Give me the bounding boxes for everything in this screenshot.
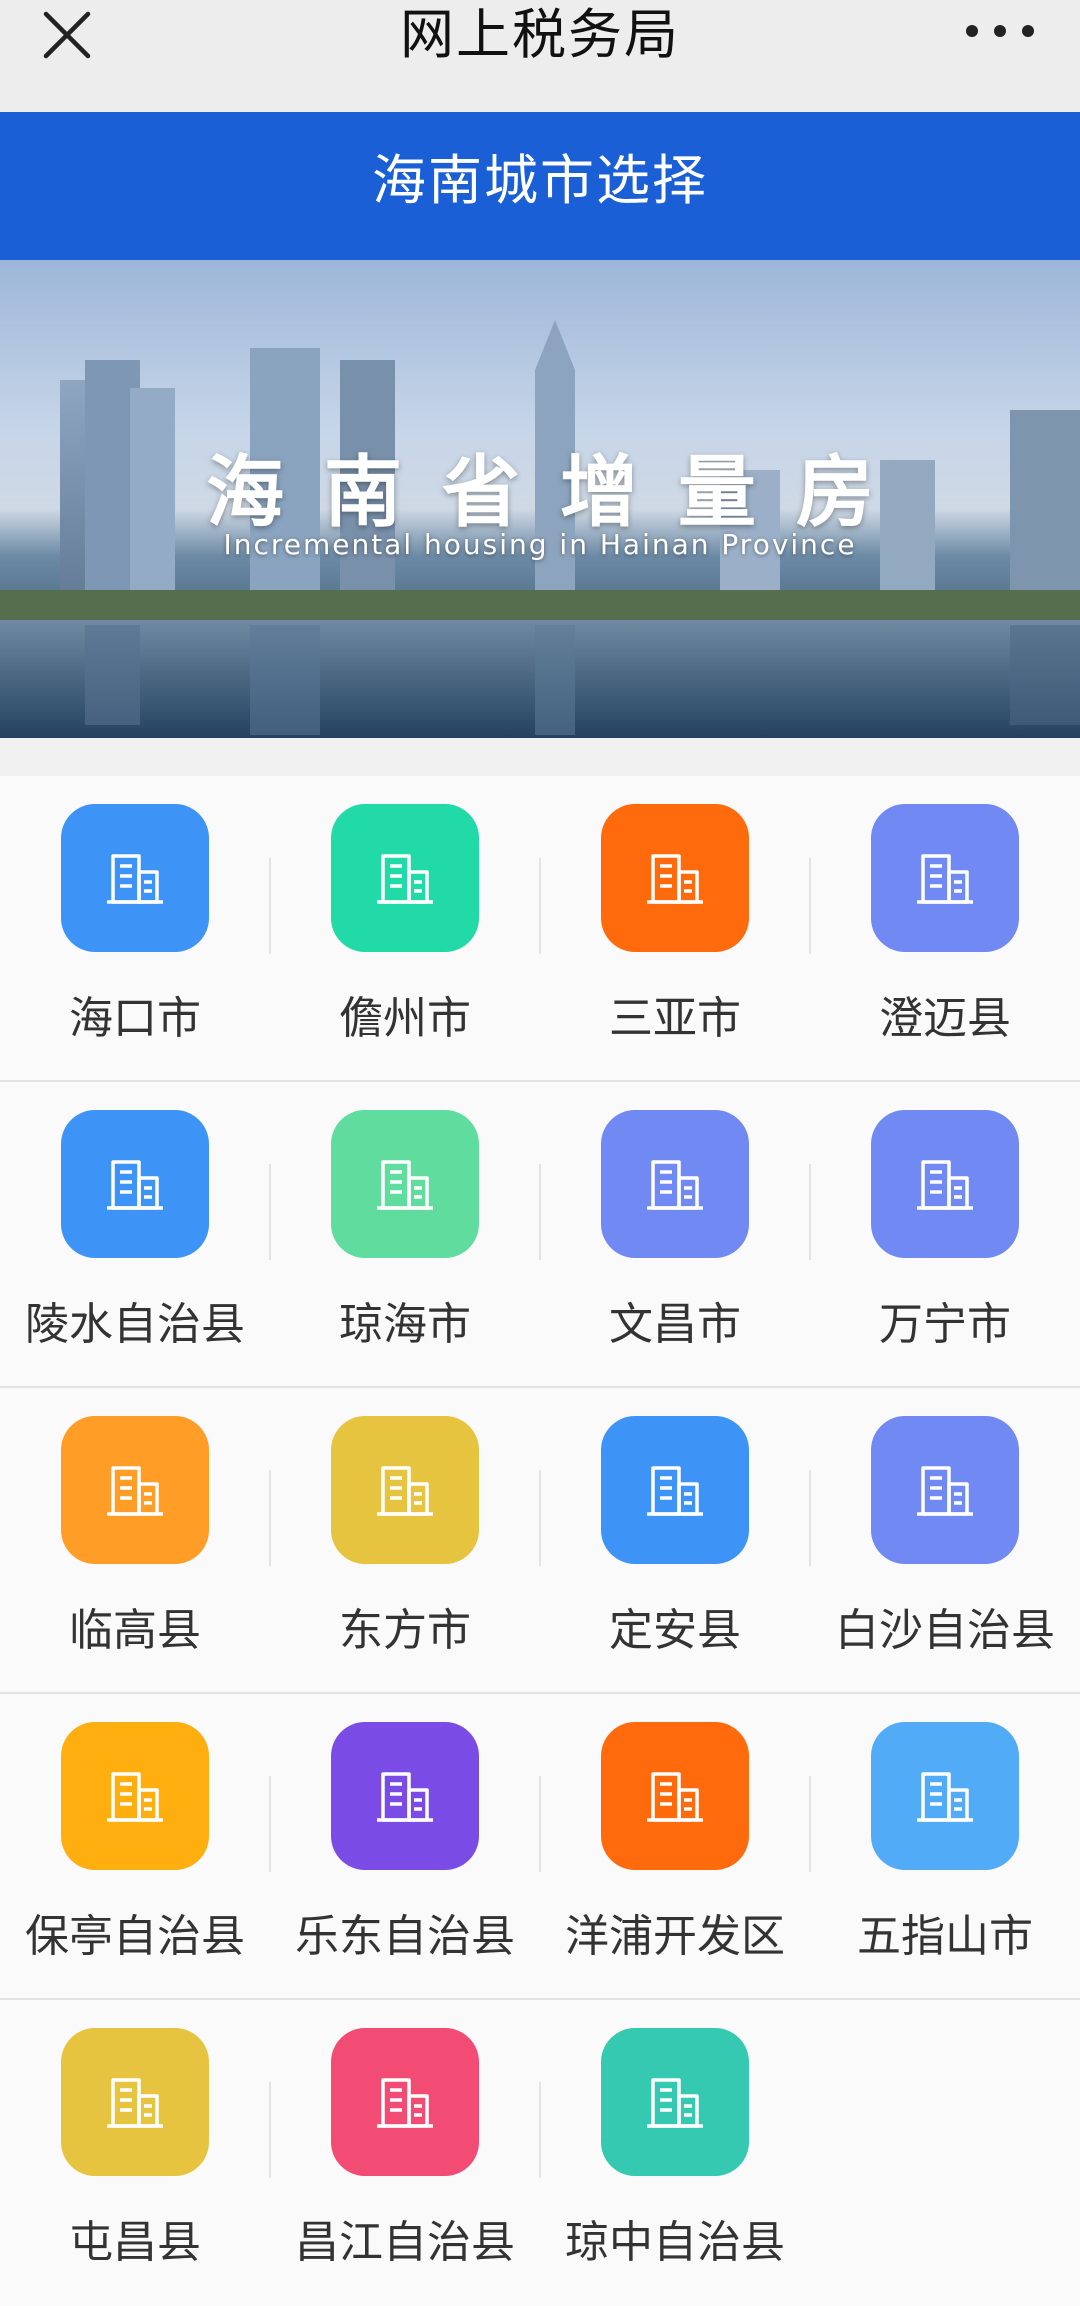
- city-label: 洋浦开发区: [565, 1911, 785, 1962]
- page-title: 网上税务局: [400, 3, 680, 66]
- city-label: 琼中自治县: [565, 2217, 785, 2268]
- city-row: 屯昌县 昌江自治县 琼中自治县: [0, 2000, 1080, 2306]
- city-row: 保亭自治县 乐东自治县 洋浦开发区 五指山市: [0, 1694, 1080, 2000]
- city-row: 临高县 东方市 定安县 白沙自治县: [0, 1388, 1080, 1694]
- city-label: 陵水自治县: [25, 1299, 245, 1350]
- city-label: 文昌市: [609, 1299, 741, 1350]
- building-icon: [331, 2028, 479, 2176]
- city-item[interactable]: 屯昌县: [0, 2000, 270, 2304]
- city-label: 乐东自治县: [295, 1911, 515, 1962]
- building-icon: [601, 1110, 749, 1258]
- city-item[interactable]: 儋州市: [270, 776, 540, 1080]
- building-icon: [871, 1722, 1019, 1870]
- city-label: 琼海市: [339, 1299, 471, 1350]
- city-label: 澄迈县: [879, 993, 1011, 1044]
- city-label: 万宁市: [879, 1299, 1011, 1350]
- city-item[interactable]: 澄迈县: [810, 776, 1080, 1080]
- city-item[interactable]: 琼海市: [270, 1082, 540, 1386]
- city-item[interactable]: 临高县: [0, 1388, 270, 1692]
- city-item[interactable]: 洋浦开发区: [540, 1694, 810, 1998]
- city-label: 儋州市: [339, 993, 471, 1044]
- building-icon: [871, 1416, 1019, 1564]
- city-item[interactable]: 海口市: [0, 776, 270, 1080]
- city-label: 白沙自治县: [835, 1605, 1055, 1656]
- city-item[interactable]: 陵水自治县: [0, 1082, 270, 1386]
- building-icon: [331, 1416, 479, 1564]
- city-item[interactable]: 白沙自治县: [810, 1388, 1080, 1692]
- building-icon: [61, 804, 209, 952]
- city-row: 陵水自治县 琼海市 文昌市 万宁市: [0, 1082, 1080, 1388]
- city-item[interactable]: 万宁市: [810, 1082, 1080, 1386]
- more-icon[interactable]: [960, 16, 1040, 46]
- wechat-topbar: 网上税务局: [0, 0, 1080, 112]
- building-icon: [61, 1722, 209, 1870]
- city-label: 五指山市: [857, 1911, 1033, 1962]
- banner-subtitle: Incremental housing in Hainan Province: [223, 528, 857, 561]
- city-item[interactable]: 定安县: [540, 1388, 810, 1692]
- banner-image: 海南省增量房 Incremental housing in Hainan Pro…: [0, 260, 1080, 738]
- building-icon: [331, 1110, 479, 1258]
- building-icon: [601, 1722, 749, 1870]
- city-item[interactable]: 琼中自治县: [540, 2000, 810, 2304]
- header-title: 海南城市选择: [372, 149, 708, 212]
- building-icon: [331, 1722, 479, 1870]
- building-icon: [871, 804, 1019, 952]
- city-grid: 海口市 儋州市 三亚市 澄迈县陵水自治县 琼海市 文昌市 万宁市临高县 东方市 定安县 白沙自治县…: [0, 776, 1080, 2306]
- building-icon: [61, 1416, 209, 1564]
- building-icon: [331, 804, 479, 952]
- section-header: 海南城市选择: [0, 112, 1080, 260]
- city-label: 屯昌县: [69, 2217, 201, 2268]
- building-icon: [871, 1110, 1019, 1258]
- city-label: 临高县: [69, 1605, 201, 1656]
- city-item[interactable]: 五指山市: [810, 1694, 1080, 1998]
- building-icon: [601, 1416, 749, 1564]
- banner-title: 海南省增量房: [205, 448, 914, 538]
- building-icon: [61, 1110, 209, 1258]
- city-item[interactable]: 保亭自治县: [0, 1694, 270, 1998]
- city-label: 东方市: [339, 1605, 471, 1656]
- city-item[interactable]: 东方市: [270, 1388, 540, 1692]
- building-icon: [61, 2028, 209, 2176]
- building-icon: [601, 804, 749, 952]
- city-item[interactable]: 乐东自治县: [270, 1694, 540, 1998]
- city-label: 三亚市: [609, 993, 741, 1044]
- city-label: 定安县: [609, 1605, 741, 1656]
- city-item[interactable]: 文昌市: [540, 1082, 810, 1386]
- city-label: 昌江自治县: [295, 2217, 515, 2268]
- city-label: 海口市: [69, 993, 201, 1044]
- city-item[interactable]: 昌江自治县: [270, 2000, 540, 2304]
- city-row: 海口市 儋州市 三亚市 澄迈县: [0, 776, 1080, 1082]
- city-label: 保亭自治县: [25, 1911, 245, 1962]
- building-icon: [601, 2028, 749, 2176]
- spacer: [0, 738, 1080, 776]
- city-item[interactable]: 三亚市: [540, 776, 810, 1080]
